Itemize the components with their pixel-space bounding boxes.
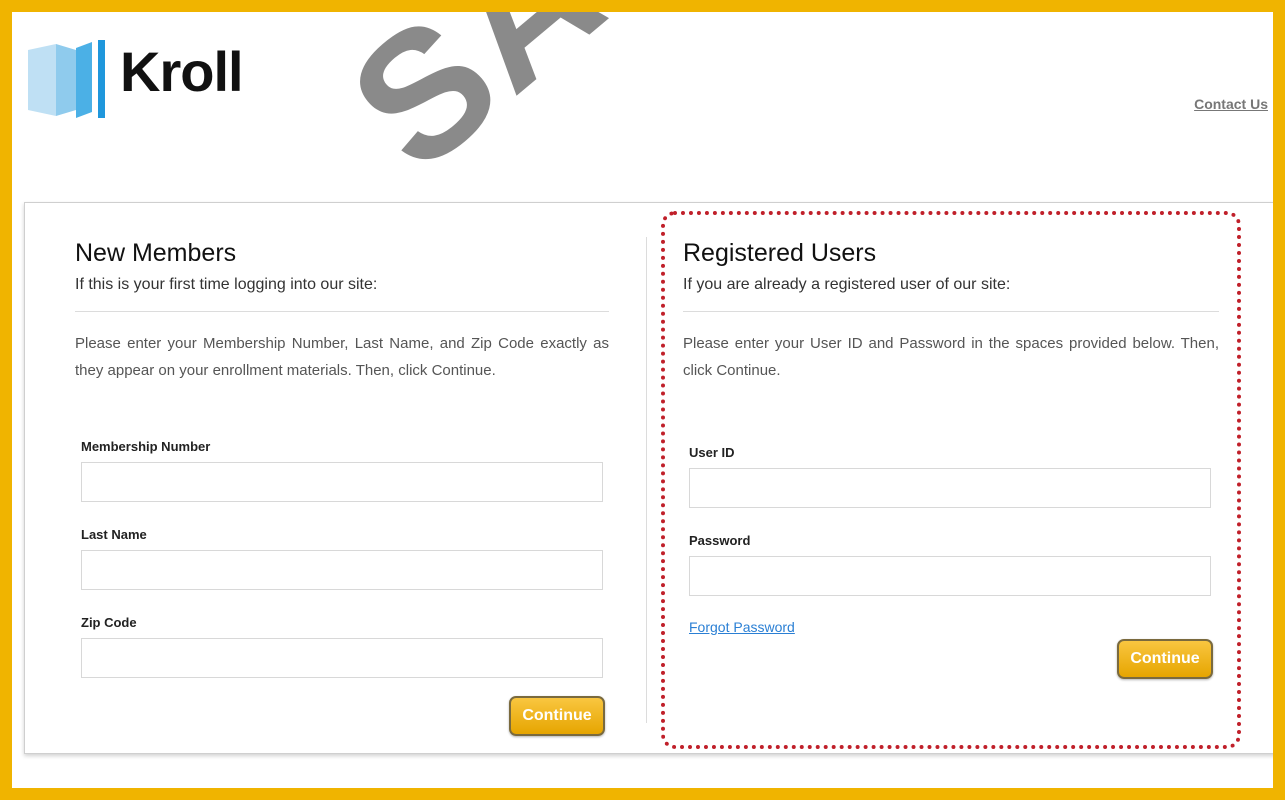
registered-users-continue-button[interactable]: Continue: [1117, 639, 1213, 679]
page-frame: Kroll Contact Us New Members If this is …: [0, 0, 1285, 800]
registered-users-title: Registered Users: [683, 239, 877, 267]
column-divider: [646, 237, 647, 723]
registered-users-section: Registered Users If you are already a re…: [683, 203, 1219, 753]
sample-watermark: SAMPLE: [312, 12, 1038, 211]
kroll-logo[interactable]: Kroll: [26, 38, 276, 128]
registered-users-subtitle: If you are already a registered user of …: [683, 276, 1011, 293]
password-label: Password: [689, 533, 751, 548]
zip-code-input[interactable]: [81, 638, 603, 678]
password-input[interactable]: [689, 556, 1211, 596]
new-members-section: New Members If this is your first time l…: [75, 203, 609, 753]
contact-us-link[interactable]: Contact Us: [1194, 96, 1268, 112]
last-name-label: Last Name: [81, 527, 147, 542]
user-id-input[interactable]: [689, 468, 1211, 508]
last-name-input[interactable]: [81, 550, 603, 590]
new-members-subtitle: If this is your first time logging into …: [75, 276, 378, 293]
kroll-logo-mark-icon: [28, 40, 105, 118]
membership-number-label: Membership Number: [81, 439, 211, 454]
section-divider: [683, 311, 1219, 312]
zip-code-label: Zip Code: [81, 615, 137, 630]
forgot-password-link[interactable]: Forgot Password: [689, 619, 795, 635]
membership-number-input[interactable]: [81, 462, 603, 502]
registered-users-description: Please enter your User ID and Password i…: [683, 335, 1219, 379]
user-id-label: User ID: [689, 445, 735, 460]
new-members-title: New Members: [75, 239, 237, 267]
logo-text: Kroll: [120, 40, 244, 103]
login-panel: New Members If this is your first time l…: [24, 202, 1273, 754]
new-members-description: Please enter your Membership Number, Las…: [75, 335, 609, 379]
section-divider: [75, 311, 609, 312]
new-members-continue-button[interactable]: Continue: [509, 696, 605, 736]
